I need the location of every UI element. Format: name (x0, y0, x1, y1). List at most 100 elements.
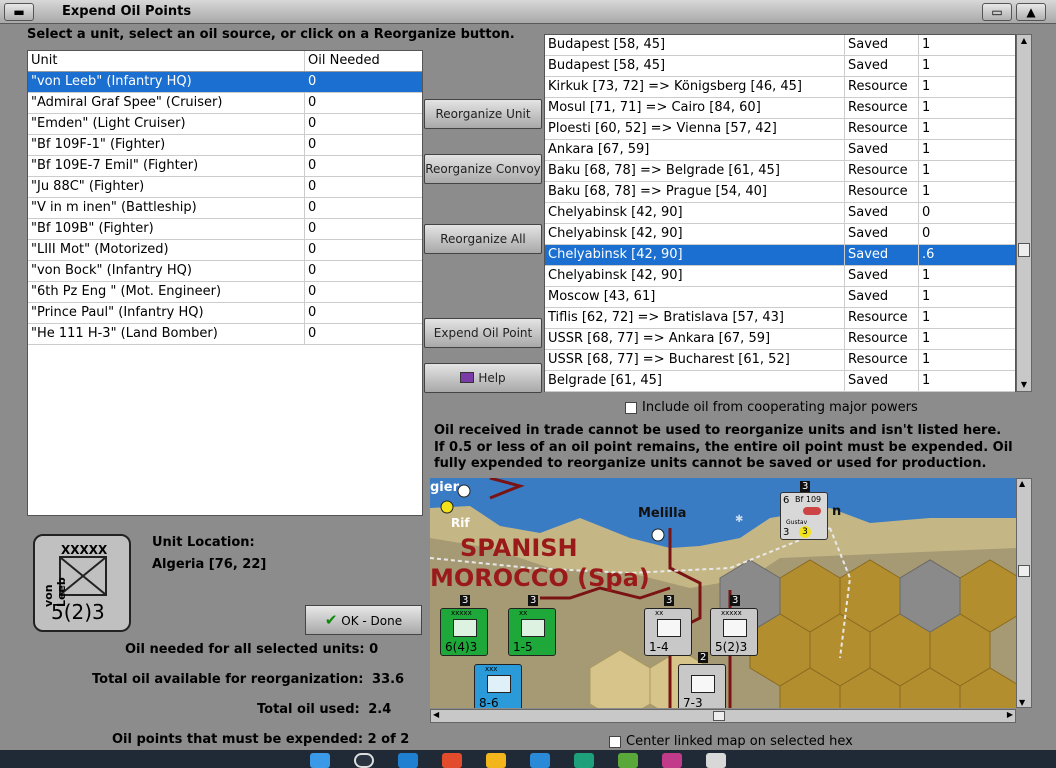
counter-strength: 6(4)3 (445, 640, 478, 654)
ok-done-label: OK - Done (341, 614, 403, 628)
scroll-down-icon[interactable]: ▼ (1019, 698, 1025, 707)
app-icon[interactable] (398, 753, 418, 768)
center-linked-checkbox[interactable] (609, 735, 621, 748)
oil-source-amount: .6 (922, 247, 935, 262)
map-hscroll-thumb[interactable] (713, 711, 725, 721)
port-marker[interactable] (651, 528, 665, 542)
system-menu-button[interactable]: ▬ (4, 3, 34, 21)
windows-start-icon[interactable] (310, 753, 330, 768)
oil-source-row[interactable]: Ankara [67, 59] Saved 1 (545, 140, 1015, 161)
counter-size: xxxxx (721, 609, 742, 617)
unit-table-row[interactable]: "He 111 H-3" (Land Bomber) 0 (28, 324, 422, 345)
game-app-icon[interactable] (706, 753, 726, 768)
unit-table-row[interactable]: "Bf 109E-7 Emil" (Fighter) 0 (28, 156, 422, 177)
oil-source-row[interactable]: Tiflis [62, 72] => Bratislava [57, 43] Re… (545, 308, 1015, 329)
expend-oil-point-button[interactable]: Expend Oil Point (424, 318, 542, 348)
oil-source-location: Tiflis [62, 72] => Bratislava [57, 43] (545, 308, 845, 328)
unit-table-row[interactable]: "Bf 109B" (Fighter) 0 (28, 219, 422, 240)
map-unit-counter[interactable]: xx 1-4 (644, 608, 692, 656)
port-marker[interactable] (457, 484, 471, 498)
linked-map[interactable]: ✱ gier Rif Melilla n SPANISH MOROCCO (Sp… (430, 478, 1016, 708)
oil-source-type: Resource (845, 329, 919, 349)
unit-name-cell: "von Leeb" (Infantry HQ) (28, 72, 305, 92)
unit-table-row[interactable]: "von Bock" (Infantry HQ) 0 (28, 261, 422, 282)
oil-source-row[interactable]: Kirkuk [73, 72] => Königsberg [46, 45] Re… (545, 77, 1015, 98)
folder-icon[interactable] (486, 753, 506, 768)
scroll-right-icon[interactable]: ▶ (1007, 710, 1013, 719)
help-button[interactable]: Help (424, 363, 542, 393)
oil-source-row[interactable]: Ploesti [60, 52] => Vienna [57, 42] Resou… (545, 119, 1015, 140)
scroll-thumb[interactable] (1018, 243, 1030, 257)
reorganize-unit-button[interactable]: Reorganize Unit (424, 99, 542, 129)
unit-table-row[interactable]: "Ju 88C" (Fighter) 0 (28, 177, 422, 198)
search-icon[interactable] (354, 753, 374, 768)
map-vertical-scrollbar[interactable]: ▲ ▼ (1016, 478, 1032, 708)
unit-table-row[interactable]: "Admiral Graf Spee" (Cruiser) 0 (28, 93, 422, 114)
city-marker[interactable] (440, 500, 454, 514)
stat-total-used-value: 2.4 (368, 702, 392, 717)
unit-table-row[interactable]: "6th Pz Eng " (Mot. Engineer) 0 (28, 282, 422, 303)
unit-location-label: Unit Location: (152, 535, 255, 550)
chrome-icon[interactable] (442, 753, 462, 768)
column-header-unit[interactable]: Unit (28, 51, 305, 71)
map-unit-counter[interactable]: 7-3 (678, 664, 726, 708)
column-header-oil-needed[interactable]: Oil Needed (305, 51, 403, 71)
oil-source-type: Saved (845, 35, 919, 55)
oil-source-row[interactable]: Chelyabinsk [42, 90] Saved 1 (545, 266, 1015, 287)
oil-needed-cell: 0 (308, 263, 317, 278)
oil-source-row[interactable]: Belgrade [61, 45] Saved 1 (545, 371, 1015, 392)
oil-source-row[interactable]: Budapest [58, 45] Saved 1 (545, 35, 1015, 56)
map-label-spanish: SPANISH (460, 534, 578, 562)
scroll-down-icon[interactable]: ▼ (1017, 379, 1031, 391)
map-air-unit[interactable]: 6 Bf 109 Gustav 3 3 (780, 492, 828, 540)
counter-size: xxxxx (451, 609, 472, 617)
map-unit-counter[interactable]: xxx 8-6 (474, 664, 522, 708)
scroll-up-icon[interactable]: ▲ (1017, 35, 1031, 47)
oil-source-amount: 1 (922, 373, 931, 388)
oil-source-type: Resource (845, 182, 919, 202)
map-vscroll-thumb[interactable] (1018, 565, 1030, 577)
oil-source-scrollbar[interactable]: ▲ ▼ (1016, 34, 1032, 392)
app-icon-green[interactable] (618, 753, 638, 768)
center-linked-option[interactable]: Center linked map on selected hex (609, 734, 853, 749)
oil-source-row[interactable]: USSR [68, 77] => Ankara [67, 59] Resource… (545, 329, 1015, 350)
oil-source-row[interactable]: Baku [68, 78] => Belgrade [61, 45] Resour… (545, 161, 1015, 182)
maximize-button[interactable]: ▲ (1016, 3, 1046, 21)
stack-count: 3 (460, 595, 471, 606)
oil-source-row[interactable]: Mosul [71, 71] => Cairo [84, 60] Resource… (545, 98, 1015, 119)
ok-done-button[interactable]: ✔ OK - Done (305, 605, 422, 635)
include-coop-checkbox[interactable] (625, 401, 637, 414)
taskbar (0, 750, 1056, 768)
map-unit-counter[interactable]: xxxxx 5(2)3 (710, 608, 758, 656)
oil-source-row[interactable]: Baku [68, 78] => Prague [54, 40] Resource… (545, 182, 1015, 203)
map-unit-counter[interactable]: xx 1-5 (508, 608, 556, 656)
oil-source-row[interactable]: USSR [68, 77] => Bucharest [61, 52] Resou… (545, 350, 1015, 371)
edge-icon[interactable] (574, 753, 594, 768)
scroll-up-icon[interactable]: ▲ (1019, 479, 1025, 488)
oil-source-row[interactable]: Chelyabinsk [42, 90] Saved 0 (545, 203, 1015, 224)
reorganize-all-button[interactable]: Reorganize All (424, 224, 542, 254)
oil-source-row[interactable]: Budapest [58, 45] Saved 1 (545, 56, 1015, 77)
map-unit-counter[interactable]: xxxxx 6(4)3 (440, 608, 488, 656)
minimize-button[interactable]: ▭ (982, 3, 1012, 21)
unit-location-value: Algeria [76, 22] (152, 557, 267, 572)
unit-table-row[interactable]: "V in m inen" (Battleship) 0 (28, 198, 422, 219)
oil-source-row[interactable]: Moscow [43, 61] Saved 1 (545, 287, 1015, 308)
scroll-left-icon[interactable]: ◀ (433, 710, 439, 719)
oil-needed-cell: 0 (308, 137, 317, 152)
oil-source-list: Budapest [58, 45] Saved 1 Budapest [58, 45]… (544, 34, 1016, 392)
oil-source-row[interactable]: Chelyabinsk [42, 90] Saved .6 (545, 245, 1015, 266)
unit-table-row[interactable]: "LIII Mot" (Motorized) 0 (28, 240, 422, 261)
oil-source-amount: 0 (922, 205, 931, 220)
unit-table-row[interactable]: "Prince Paul" (Infantry HQ) 0 (28, 303, 422, 324)
unit-table-row[interactable]: "Emden" (Light Cruiser) 0 (28, 114, 422, 135)
reorganize-convoy-button[interactable]: Reorganize Convoy (424, 154, 542, 184)
map-horizontal-scrollbar[interactable]: ◀ ▶ (430, 709, 1016, 723)
unit-table-row[interactable]: "von Leeb" (Infantry HQ) 0 (28, 72, 422, 93)
unit-table-row[interactable]: "Bf 109F-1" (Fighter) 0 (28, 135, 422, 156)
unit-name-cell: "von Bock" (Infantry HQ) (28, 261, 305, 281)
help-app-icon[interactable] (530, 753, 550, 768)
oil-source-row[interactable]: Chelyabinsk [42, 90] Saved 0 (545, 224, 1015, 245)
app-icon-colorful[interactable] (662, 753, 682, 768)
include-coop-option[interactable]: Include oil from cooperating major power… (625, 400, 918, 415)
